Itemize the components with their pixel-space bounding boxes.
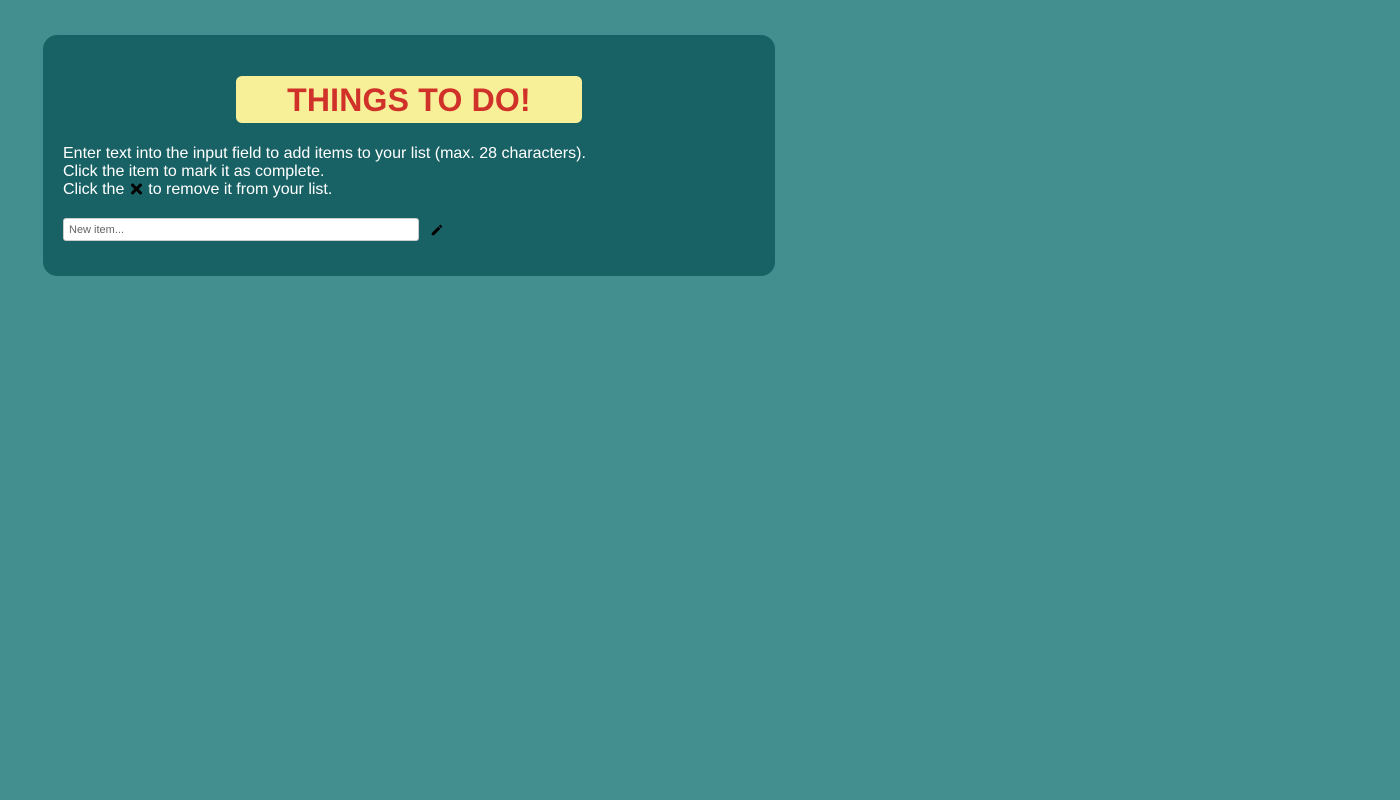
instructions: Enter text into the input field to add i… xyxy=(63,145,755,199)
instruction-remove: Click the to remove it from your list. xyxy=(63,181,755,199)
add-item-button[interactable] xyxy=(428,221,446,239)
instruction-complete: Click the item to mark it as complete. xyxy=(63,163,325,180)
new-item-row xyxy=(63,218,755,241)
todo-panel: THINGS TO DO! Enter text into the input … xyxy=(43,35,775,276)
new-item-input[interactable] xyxy=(63,218,419,241)
instruction-add: Enter text into the input field to add i… xyxy=(63,145,586,162)
title-badge: THINGS TO DO! xyxy=(236,76,582,123)
close-icon xyxy=(130,183,142,195)
pencil-icon xyxy=(431,224,443,235)
page-title: THINGS TO DO! xyxy=(287,81,531,118)
instruction-remove-prefix: Click the xyxy=(63,181,125,198)
instruction-remove-suffix: to remove it from your list. xyxy=(148,181,333,198)
